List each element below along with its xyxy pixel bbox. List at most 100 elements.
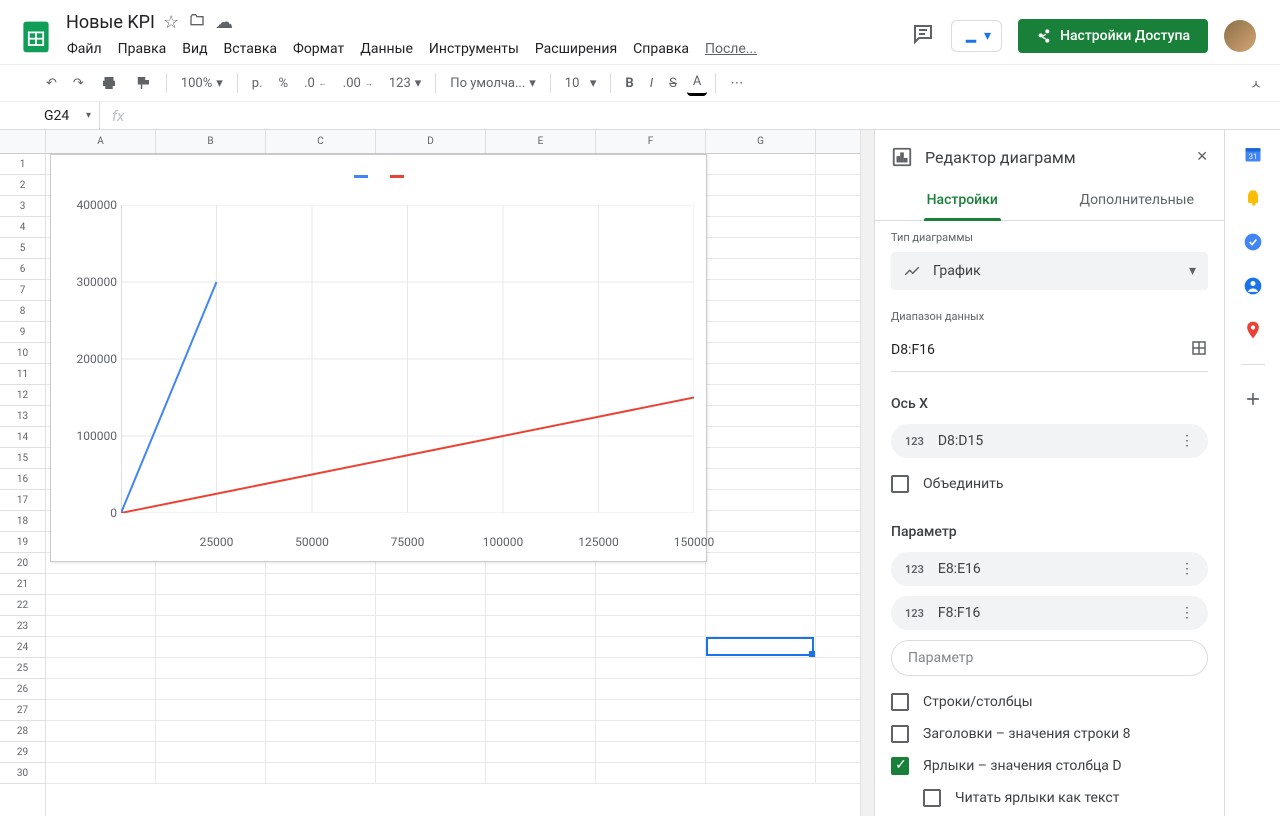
row-header[interactable]: 23 — [0, 616, 45, 637]
col-header[interactable]: F — [596, 130, 706, 153]
close-icon[interactable]: ✕ — [1196, 149, 1208, 165]
row-header[interactable]: 1 — [0, 154, 45, 175]
name-box[interactable]: G24▾ — [0, 102, 100, 129]
tab-setup[interactable]: Настройки — [875, 180, 1050, 220]
menu-format[interactable]: Формат — [286, 37, 351, 61]
combine-checkbox[interactable] — [891, 475, 909, 493]
text-labels-checkbox[interactable] — [923, 789, 941, 807]
select-range-icon[interactable] — [1190, 339, 1208, 361]
comments-icon[interactable] — [911, 22, 935, 50]
row-header[interactable]: 10 — [0, 343, 45, 364]
row-header[interactable]: 7 — [0, 280, 45, 301]
redo-icon[interactable]: ↷ — [67, 72, 90, 95]
calendar-icon[interactable]: 31 — [1243, 144, 1263, 164]
row-header[interactable]: 28 — [0, 721, 45, 742]
paint-format-icon[interactable] — [128, 70, 158, 96]
share-button[interactable]: Настройки Доступа — [1018, 19, 1208, 53]
row-header[interactable]: 11 — [0, 364, 45, 385]
row-header[interactable]: 29 — [0, 742, 45, 763]
select-all-corner[interactable] — [0, 130, 45, 154]
col-header[interactable]: D — [376, 130, 486, 153]
more-vert-icon[interactable]: ⋮ — [1180, 561, 1194, 577]
row-header[interactable]: 12 — [0, 385, 45, 406]
zoom-select[interactable]: 100% ▾ — [175, 72, 229, 95]
font-select[interactable]: По умолча... ▾ — [444, 72, 542, 95]
text-color-icon[interactable]: A — [687, 70, 707, 96]
row-header[interactable]: 4 — [0, 217, 45, 238]
row-header[interactable]: 19 — [0, 532, 45, 553]
dec-decrease[interactable]: .0← — [298, 72, 333, 95]
row-header[interactable]: 24 — [0, 637, 45, 658]
row-header[interactable]: 20 — [0, 553, 45, 574]
last-edit[interactable]: После... — [698, 37, 764, 61]
vertical-scrollbar[interactable] — [860, 130, 874, 816]
row-header[interactable]: 22 — [0, 595, 45, 616]
row-header[interactable]: 26 — [0, 679, 45, 700]
menu-extensions[interactable]: Расширения — [528, 37, 624, 61]
move-icon[interactable] — [189, 12, 205, 33]
row-header[interactable]: 15 — [0, 448, 45, 469]
maps-icon[interactable] — [1243, 320, 1263, 340]
menu-view[interactable]: Вид — [175, 37, 214, 61]
tab-customize[interactable]: Дополнительные — [1050, 180, 1225, 220]
row-header[interactable]: 14 — [0, 427, 45, 448]
percent-format[interactable]: % — [273, 72, 295, 95]
row-header[interactable]: 5 — [0, 238, 45, 259]
row-header[interactable]: 30 — [0, 763, 45, 784]
strike-icon[interactable]: S — [663, 72, 683, 95]
row-header[interactable]: 9 — [0, 322, 45, 343]
cloud-icon[interactable]: ☁ — [215, 12, 233, 33]
collapse-toolbar-icon[interactable]: ㅅ — [1244, 70, 1268, 97]
row-header[interactable]: 18 — [0, 511, 45, 532]
print-icon[interactable] — [94, 70, 124, 96]
currency-format[interactable]: р. — [246, 72, 269, 95]
add-icon[interactable] — [1243, 389, 1263, 409]
star-icon[interactable]: ☆ — [163, 12, 179, 33]
col-header[interactable]: G — [706, 130, 816, 153]
keep-icon[interactable] — [1243, 188, 1263, 208]
number-format[interactable]: 123 ▾ — [383, 72, 427, 95]
headers-checkbox[interactable] — [891, 725, 909, 743]
chart-object[interactable]: 0100000200000300000400000 25000500007500… — [50, 154, 707, 562]
menu-help[interactable]: Справка — [626, 37, 696, 61]
chart-type-select[interactable]: График ▾ — [891, 252, 1208, 290]
add-series-button[interactable]: Параметр — [891, 640, 1208, 676]
row-header[interactable]: 8 — [0, 301, 45, 322]
series-chip-2[interactable]: 123 F8:F16 ⋮ — [891, 596, 1208, 630]
menu-tools[interactable]: Инструменты — [422, 37, 526, 61]
present-button[interactable]: ▾ — [951, 20, 1002, 52]
col-header[interactable]: B — [156, 130, 266, 153]
undo-icon[interactable]: ↶ — [40, 72, 63, 95]
contacts-icon[interactable] — [1243, 276, 1263, 296]
x-axis-chip[interactable]: 123 D8:D15 ⋮ — [891, 424, 1208, 458]
more-vert-icon[interactable]: ⋮ — [1180, 433, 1194, 449]
font-size[interactable]: 10 ▾ — [559, 72, 603, 95]
more-vert-icon[interactable]: ⋮ — [1180, 605, 1194, 621]
row-header[interactable]: 16 — [0, 469, 45, 490]
row-header[interactable]: 6 — [0, 259, 45, 280]
row-header[interactable]: 17 — [0, 490, 45, 511]
document-title[interactable]: Новые KPI — [66, 12, 155, 33]
rows-cols-checkbox[interactable] — [891, 693, 909, 711]
labels-checkbox[interactable] — [891, 757, 909, 775]
sheet-area[interactable]: 1234567891011121314151617181920212223242… — [0, 130, 874, 816]
row-header[interactable]: 3 — [0, 196, 45, 217]
sheets-logo-icon[interactable] — [16, 16, 56, 56]
col-header[interactable]: A — [46, 130, 156, 153]
bold-icon[interactable]: B — [619, 72, 639, 95]
row-header[interactable]: 25 — [0, 658, 45, 679]
menu-edit[interactable]: Правка — [111, 37, 174, 61]
avatar[interactable] — [1224, 20, 1256, 52]
italic-icon[interactable]: I — [644, 72, 659, 95]
menu-insert[interactable]: Вставка — [217, 37, 284, 61]
col-header[interactable]: C — [266, 130, 376, 153]
row-header[interactable]: 21 — [0, 574, 45, 595]
more-icon[interactable]: ⋯ — [724, 72, 749, 95]
row-header[interactable]: 13 — [0, 406, 45, 427]
row-header[interactable]: 2 — [0, 175, 45, 196]
series-chip-1[interactable]: 123 E8:E16 ⋮ — [891, 552, 1208, 586]
row-header[interactable]: 27 — [0, 700, 45, 721]
tasks-icon[interactable] — [1243, 232, 1263, 252]
dec-increase[interactable]: .00→ — [337, 72, 379, 95]
menu-data[interactable]: Данные — [353, 37, 420, 61]
